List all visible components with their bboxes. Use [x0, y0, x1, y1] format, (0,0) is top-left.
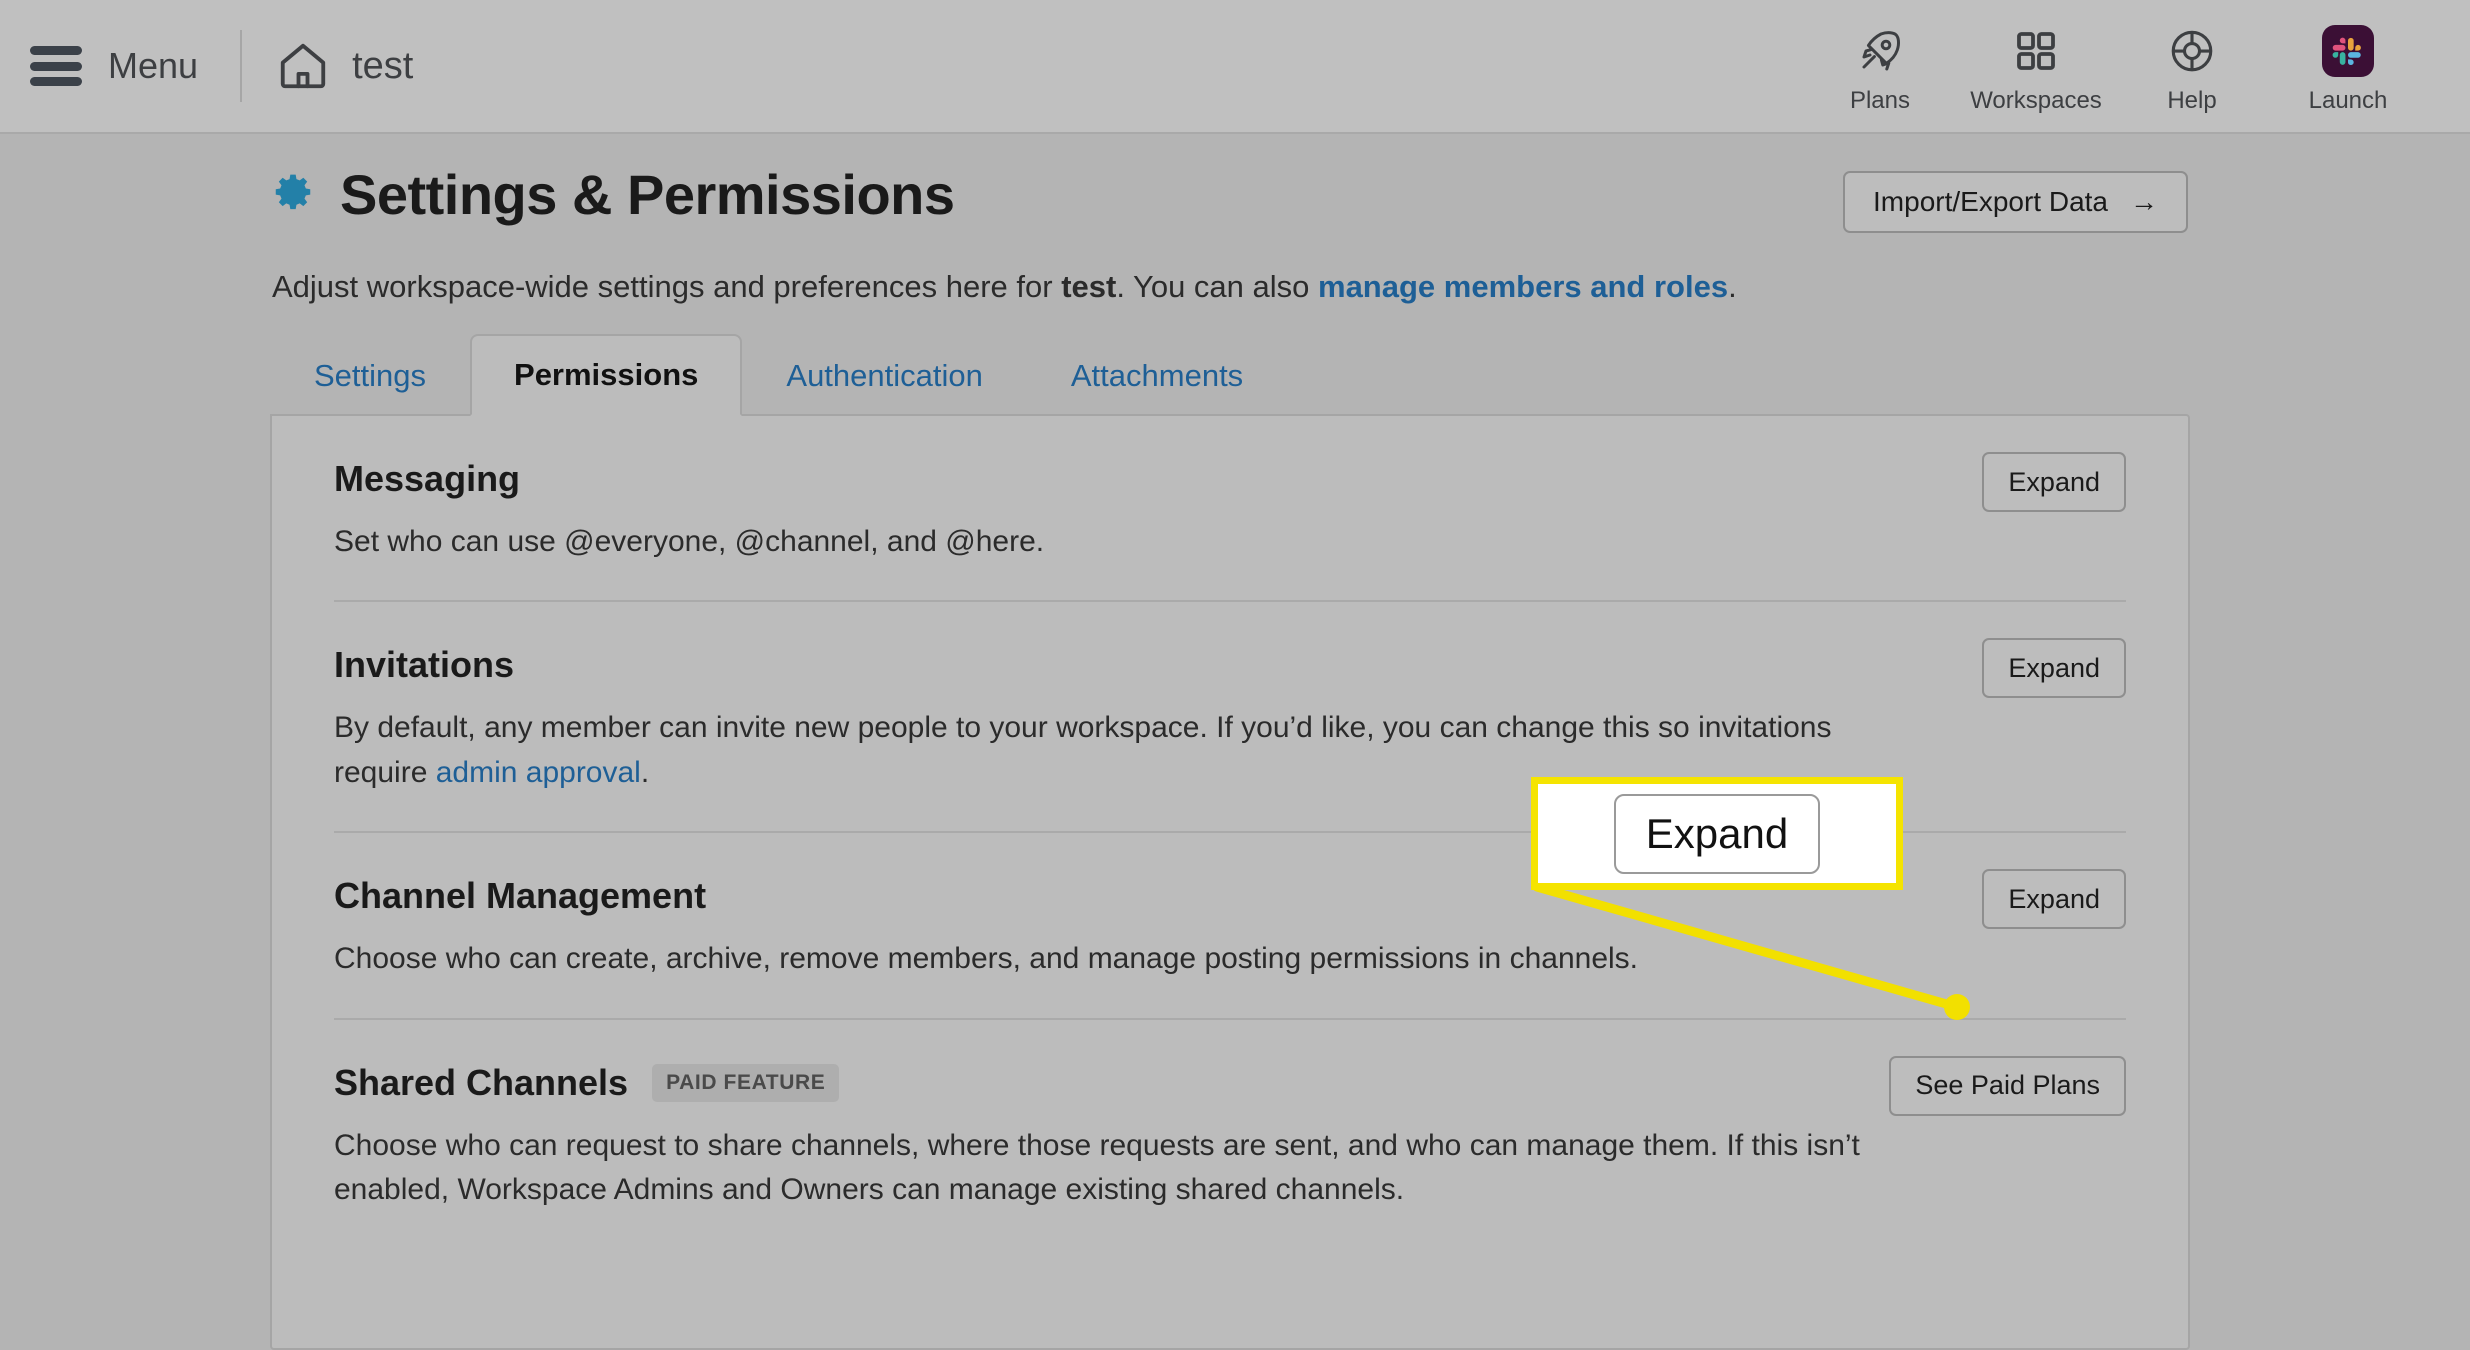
hamburger-menu-icon[interactable]	[30, 46, 82, 86]
nav-label-help: Help	[2167, 87, 2217, 114]
slack-logo-icon	[2322, 23, 2374, 79]
rocket-icon	[1856, 23, 1904, 79]
tab-attachments[interactable]: Attachments	[1027, 334, 1287, 416]
section-title: Channel Management	[334, 875, 707, 917]
nav-item-help[interactable]: Help	[2114, 17, 2270, 115]
topbar-right-group: Plans Workspaces Help Launch	[1802, 17, 2470, 115]
topbar-left-group: Menu test	[0, 30, 413, 102]
section-title: Invitations	[334, 644, 515, 686]
tab-settings[interactable]: Settings	[270, 334, 470, 416]
import-export-label: Import/Export Data	[1873, 186, 2108, 217]
subtitle-text-2: . You can also	[1116, 269, 1318, 304]
page-title-row: Settings & Permissions	[270, 162, 955, 227]
page-subtitle: Adjust workspace-wide settings and prefe…	[272, 269, 1737, 305]
callout-zoom-box: Expand	[1531, 777, 1903, 890]
nav-label-workspaces: Workspaces	[1970, 87, 2102, 114]
subtitle-text-3: .	[1728, 269, 1737, 304]
section-title: Messaging	[334, 458, 521, 499]
nav-item-launch[interactable]: Launch	[2270, 17, 2426, 115]
section-description: Set who can use @everyone, @channel, and…	[334, 525, 1045, 558]
page-title: Settings & Permissions	[340, 163, 955, 226]
manage-members-and-roles-link[interactable]: manage members and roles	[1318, 269, 1728, 304]
workspace-home-link[interactable]: test	[276, 39, 413, 93]
invitations-desc-text-2: .	[640, 755, 650, 789]
menu-label[interactable]: Menu	[108, 45, 198, 87]
section-title: Shared Channels	[334, 1061, 629, 1103]
callout-expand-button[interactable]: Expand	[1613, 793, 1821, 874]
home-icon	[276, 39, 330, 93]
admin-approval-link[interactable]: admin approval	[436, 756, 641, 789]
arrow-right-icon: →	[2130, 186, 2158, 217]
nav-item-plans[interactable]: Plans	[1802, 17, 1958, 115]
topbar-divider	[240, 30, 243, 102]
shared-channels-see-paid-plans-button[interactable]: See Paid Plans	[1889, 1055, 2126, 1116]
nav-label-launch: Launch	[2308, 87, 2388, 114]
import-export-data-button[interactable]: Import/Export Data →	[1843, 171, 2188, 233]
invitations-expand-button[interactable]: Expand	[1982, 638, 2126, 699]
section-description: Choose who can create, archive, remove m…	[334, 942, 1639, 976]
tab-authentication[interactable]: Authentication	[742, 334, 1026, 416]
section-messaging: Messaging Set who can use @everyone, @ch…	[272, 416, 2188, 600]
top-navigation-bar: Menu test Plans Workspaces Help Launch	[0, 0, 2470, 134]
subtitle-workspace-name: test	[1061, 269, 1117, 304]
nav-label-plans: Plans	[1849, 87, 1911, 114]
messaging-expand-button[interactable]: Expand	[1982, 452, 2126, 512]
page-body: Settings & Permissions Import/Export Dat…	[0, 134, 2470, 1350]
section-description: Choose who can request to share channels…	[334, 1128, 1860, 1206]
subtitle-text-1: Adjust workspace-wide settings and prefe…	[272, 269, 1062, 304]
section-shared-channels: Shared Channels PAID FEATURE Choose who …	[272, 1017, 2188, 1249]
section-invitations-head: Invitations	[334, 644, 2126, 686]
lifebuoy-icon	[2167, 23, 2217, 79]
grid-icon	[2012, 23, 2060, 79]
settings-tabs: Settings Permissions Authentication Atta…	[270, 334, 2190, 416]
tab-permissions[interactable]: Permissions	[470, 334, 743, 416]
section-shared-channels-head: Shared Channels PAID FEATURE	[334, 1062, 2126, 1104]
status-badge-paid-feature: PAID FEATURE	[652, 1063, 840, 1102]
gear-icon	[270, 172, 316, 218]
nav-item-workspaces[interactable]: Workspaces	[1958, 17, 2114, 115]
channel-management-expand-button[interactable]: Expand	[1982, 869, 2126, 930]
workspace-name: test	[352, 44, 414, 87]
section-messaging-head: Messaging	[334, 458, 2126, 500]
